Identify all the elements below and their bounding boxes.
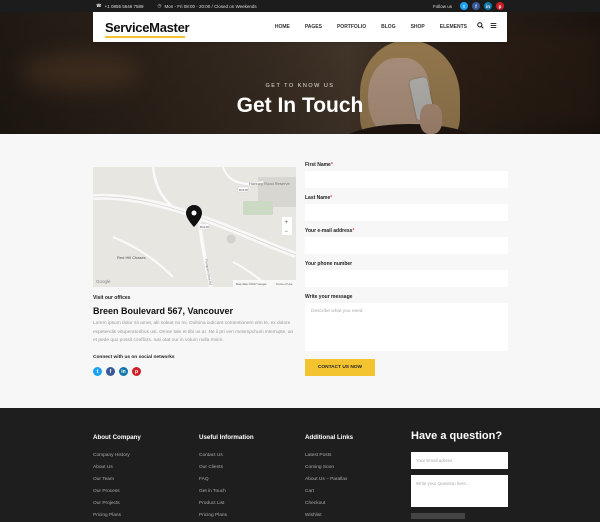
clock-icon: ◷ <box>157 3 162 8</box>
map-road-label-2: B3148 <box>239 188 248 192</box>
contact-info: ☎ +1 0855 5646 7589 ◷ Mon - Fri 08:00 - 20… <box>96 3 257 9</box>
menu: HOME PAGES PORTFOLIO BLOG SHOP ELEMENTS <box>275 24 467 30</box>
map-road-label-1: B3148 <box>200 225 209 229</box>
footer-link[interactable]: Product List <box>199 501 299 513</box>
footer-link[interactable]: Get in Touch <box>199 489 299 501</box>
footer-link[interactable]: Contact Us <box>199 453 299 465</box>
hero-title: Get In Touch <box>236 94 364 117</box>
message-label: Write your message <box>305 294 353 300</box>
top-bar: ☎ +1 0855 5646 7589 ◷ Mon - Fri 08:00 - 20… <box>0 0 600 12</box>
footer-about-heading: About Company <box>93 434 141 441</box>
footer-link[interactable]: About Us <box>93 465 193 477</box>
phone-icon: ☎ <box>96 3 102 8</box>
last-name-label-text: Last Name <box>305 195 331 201</box>
footer-link[interactable]: Our Clients <box>199 465 299 477</box>
footer-link[interactable]: Coming Soon <box>305 465 405 477</box>
phone-info: ☎ +1 0855 5646 7589 <box>96 3 144 9</box>
map-area-label: Red Hill Chases <box>117 255 146 260</box>
footer-link[interactable]: Cart <box>305 489 405 501</box>
footer-link[interactable]: Company History <box>93 453 193 465</box>
menu-item-home[interactable]: HOME <box>275 24 290 30</box>
visit-label: Visit our offices <box>93 295 131 301</box>
menu-item-blog[interactable]: BLOG <box>381 24 395 30</box>
question-heading: Have a question? <box>411 430 503 442</box>
menu-item-shop[interactable]: SHOP <box>411 24 425 30</box>
footer-submit-button[interactable] <box>411 513 465 519</box>
first-name-label-text: First Name <box>305 162 331 168</box>
first-name-label: First Name* <box>305 162 333 168</box>
footer-about-column: About Company Company History About Us O… <box>93 434 193 522</box>
office-map[interactable]: Hartney Road Reserve Red Hill Chases B31… <box>93 167 296 287</box>
map-terms-link[interactable]: Terms of Use <box>276 282 293 286</box>
footer-link[interactable]: Our Projects <box>93 501 193 513</box>
office-address: Breen Boulevard 567, Vancouver <box>93 306 234 316</box>
main-navigation: ServiceMaster HOME PAGES PORTFOLIO BLOG … <box>93 12 507 42</box>
map-credits: Map data ©2017 Google <box>236 282 267 286</box>
follow-label: Follow us <box>432 3 452 9</box>
map-zoom-out-button[interactable]: − <box>285 229 289 235</box>
message-field[interactable]: Describe what you need <box>305 303 508 351</box>
opening-hours: Mon - Fri 08:00 - 20:00 / Closed on Week… <box>164 3 257 9</box>
footer-link[interactable]: Pricing Plans <box>93 513 193 522</box>
question-form: Have a question? Your Email adress Write… <box>411 430 508 519</box>
map-roundabout <box>226 234 236 244</box>
footer-useful-heading: Useful Information <box>199 434 254 441</box>
footer-question-input[interactable]: Write your Question here... <box>411 475 508 507</box>
nav-icons <box>477 22 497 31</box>
footer-link[interactable]: Latest Posts <box>305 453 405 465</box>
email-field[interactable] <box>305 237 508 254</box>
menu-item-portfolio[interactable]: PORTFOLIO <box>337 24 366 30</box>
footer-link[interactable]: Pricing Plans <box>199 513 299 522</box>
office-description: Lorem ipsum dolor sit amet, alii soleat … <box>93 321 294 343</box>
footer-email-input[interactable]: Your Email adress <box>411 452 508 469</box>
hamburger-menu-icon[interactable] <box>490 22 497 31</box>
social-links: t f in p <box>93 367 141 376</box>
email-label: Your e-mail address* <box>305 228 354 234</box>
facebook-icon[interactable]: f <box>106 367 115 376</box>
map-park-area <box>243 201 273 215</box>
search-icon[interactable] <box>477 22 484 31</box>
twitter-icon[interactable]: t <box>460 2 468 10</box>
last-name-field[interactable] <box>305 204 508 221</box>
site-logo[interactable]: ServiceMaster <box>105 20 190 35</box>
footer: About Company Company History About Us O… <box>0 408 600 522</box>
footer-link[interactable]: Our Team <box>93 477 193 489</box>
follow-us: Follow us t f in p <box>433 2 504 10</box>
map-pin-dot <box>191 210 197 216</box>
menu-item-pages[interactable]: PAGES <box>305 24 322 30</box>
logo-underline <box>105 36 185 38</box>
footer-link[interactable]: FAQ <box>199 477 299 489</box>
map-zoom-in-button[interactable]: + <box>285 220 289 226</box>
linkedin-icon[interactable]: in <box>484 2 492 10</box>
pinterest-icon[interactable]: p <box>496 2 504 10</box>
map-google-logo: Google <box>96 279 111 284</box>
footer-additional-column: Additional Links Latest Posts Coming Soo… <box>305 434 405 522</box>
footer-link[interactable]: About Us – Parallax <box>305 477 405 489</box>
footer-additional-heading: Additional Links <box>305 434 354 441</box>
hours-info: ◷ Mon - Fri 08:00 - 20:00 / Closed on Wee… <box>158 3 257 9</box>
facebook-icon[interactable]: f <box>472 2 480 10</box>
linkedin-icon[interactable]: in <box>119 367 128 376</box>
required-mark: * <box>330 195 333 201</box>
pinterest-icon[interactable]: p <box>132 367 141 376</box>
twitter-icon[interactable]: t <box>93 367 102 376</box>
connect-label: Connect with us on social networks <box>93 355 175 360</box>
contact-us-button[interactable]: CONTACT US NOW <box>305 359 375 376</box>
phone-label: Your phone number <box>305 261 353 267</box>
footer-useful-column: Useful Information Contact Us Our Client… <box>199 434 299 522</box>
required-mark: * <box>330 162 333 168</box>
footer-link[interactable]: Wishlist <box>305 513 405 522</box>
required-mark: * <box>352 228 355 234</box>
map-place-label: Hartney Road Reserve <box>249 181 290 186</box>
phone-field[interactable] <box>305 270 508 287</box>
first-name-field[interactable] <box>305 171 508 188</box>
footer-link[interactable]: Checkout <box>305 501 405 513</box>
last-name-label: Last Name* <box>305 195 332 201</box>
hero-subtitle: GET TO KNOW US <box>265 83 335 89</box>
footer-link[interactable]: Our Process <box>93 489 193 501</box>
email-label-text: Your e-mail address <box>305 228 353 234</box>
menu-item-elements[interactable]: ELEMENTS <box>440 24 467 30</box>
phone-number: +1 0855 5646 7589 <box>104 3 144 9</box>
